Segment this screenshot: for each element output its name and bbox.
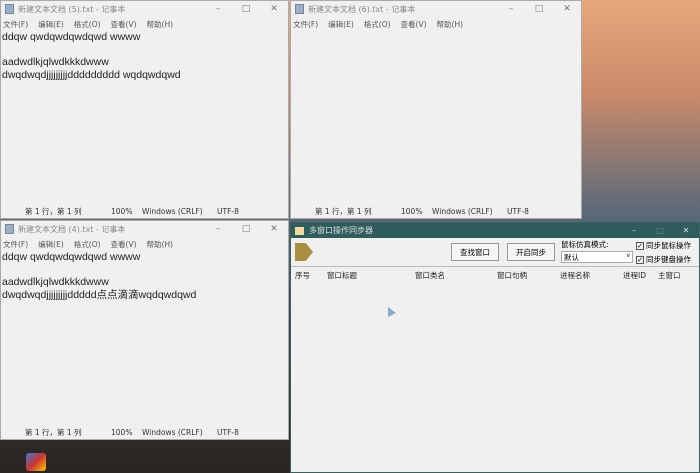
check-icon: ✓	[636, 255, 644, 264]
line-ending: Windows (CRLF)	[142, 427, 203, 437]
text-editor[interactable]: ddqw qwdqwdqwdqwd wwww aadwdlkjqlwdkkkdww…	[1, 251, 288, 425]
close-button[interactable]: ✕	[673, 226, 699, 235]
window-title: 新建文本文档 (5).txt - 记事本	[18, 4, 126, 14]
text-line: ddqw qwdqwdqwdqwd wwww	[2, 251, 141, 263]
col-index[interactable]: 序号	[295, 270, 310, 281]
col-process[interactable]: 进程名称	[560, 270, 590, 281]
maximize-button[interactable]: □	[232, 4, 260, 14]
sync-mouse-label: 同步鼠标操作	[646, 241, 691, 250]
taskbar-app-icon[interactable]	[26, 453, 46, 471]
menu-item[interactable]: 帮助(H)	[147, 19, 174, 30]
notepad-window-5[interactable]: 新建文本文档 (5).txt - 记事本 – □ ✕ 文件(F) 编辑(E) 格式(O) 查看…	[0, 0, 289, 219]
status-bar: 第 1 行，第 1 列 100% Windows (CRLF) UTF-8	[1, 425, 288, 439]
notepad-icon	[5, 224, 14, 234]
text-line: dwqdwqdjjjjjjjjjddddd点点滴滴wqdqwdqwd	[2, 288, 197, 301]
tag-icon[interactable]	[295, 243, 313, 261]
col-pid[interactable]: 进程ID	[623, 270, 646, 281]
sync-keyboard-label: 同步键盘操作	[646, 255, 691, 264]
notepad-window-4[interactable]: 新建文本文档 (4).txt - 记事本 – □ ✕ 文件(F) 编辑(E) 格式(O) 查看…	[0, 220, 289, 440]
sync-tool-window: 多窗口操作同步器 – □ ✕ 查找窗口 开启同步 鼠标仿真模式: 默认 v ✓ 同步…	[290, 222, 700, 473]
menu-item[interactable]: 格式(O)	[74, 239, 101, 250]
text-line	[2, 44, 287, 57]
notepad-icon	[295, 4, 304, 14]
app-icon	[295, 226, 304, 235]
encoding: UTF-8	[217, 206, 239, 216]
check-icon: ✓	[636, 241, 644, 250]
text-line	[2, 264, 287, 277]
zoom-level: 100%	[401, 206, 423, 216]
minimize-button[interactable]: –	[204, 4, 232, 14]
sync-mouse-checkbox[interactable]: ✓ 同步鼠标操作	[636, 240, 691, 251]
encoding: UTF-8	[217, 427, 239, 437]
window-title: 新建文本文档 (4).txt - 记事本	[18, 224, 126, 234]
cursor-position: 第 1 行，第 1 列	[25, 427, 82, 437]
title-bar: 新建文本文档 (4).txt - 记事本 – □ ✕	[1, 221, 288, 237]
text-editor[interactable]: ddqw qwdqwdqwdqwd wwww aadwdlkjqlwdkkkdww…	[1, 31, 288, 204]
menu-item[interactable]: 帮助(H)	[147, 239, 174, 250]
text-line: ddqw qwdqwdqwdqwd wwww	[2, 31, 141, 43]
col-main[interactable]: 主窗口	[658, 270, 681, 281]
minimize-button[interactable]: –	[621, 226, 647, 235]
menu-item[interactable]: 编辑(E)	[38, 239, 64, 250]
find-window-button[interactable]: 查找窗口	[451, 243, 499, 261]
menu-item[interactable]: 帮助(H)	[437, 19, 464, 30]
cursor-position: 第 1 行，第 1 列	[315, 206, 372, 216]
menu-bar: 文件(F) 编辑(E) 格式(O) 查看(V) 帮助(H)	[291, 17, 581, 31]
menu-item[interactable]: 查看(V)	[111, 239, 137, 250]
maximize-button[interactable]: □	[232, 224, 260, 234]
col-handle[interactable]: 窗口句柄	[497, 270, 527, 281]
text-line: aadwdlkjqlwdkkkdwww	[2, 56, 109, 68]
mode-select[interactable]: 默认 v	[561, 251, 633, 263]
menu-item[interactable]: 查看(V)	[401, 19, 427, 30]
notepad-window-6[interactable]: 新建文本文档 (6).txt - 记事本 – □ ✕ 文件(F) 编辑(E) 格式(O) 查看…	[290, 0, 582, 219]
maximize-button[interactable]: □	[647, 226, 673, 235]
maximize-button[interactable]: □	[525, 4, 553, 14]
sync-keyboard-checkbox[interactable]: ✓ 同步键盘操作	[636, 254, 691, 265]
menu-item[interactable]: 查看(V)	[111, 19, 137, 30]
line-ending: Windows (CRLF)	[142, 206, 203, 216]
col-title[interactable]: 窗口标题	[327, 270, 357, 281]
chevron-down-icon: v	[626, 252, 630, 259]
menu-item[interactable]: 格式(O)	[74, 19, 101, 30]
menu-item[interactable]: 文件(F)	[293, 19, 318, 30]
status-bar: 第 1 行，第 1 列 100% Windows (CRLF) UTF-8	[1, 204, 288, 218]
zoom-level: 100%	[111, 206, 133, 216]
title-bar: 新建文本文档 (5).txt - 记事本 – □ ✕	[1, 1, 288, 17]
encoding: UTF-8	[507, 206, 529, 216]
minimize-button[interactable]: –	[204, 224, 232, 234]
menu-item[interactable]: 编辑(E)	[328, 19, 354, 30]
menu-item[interactable]: 文件(F)	[3, 239, 28, 250]
status-bar: 第 1 行，第 1 列 100% Windows (CRLF) UTF-8	[291, 204, 581, 218]
close-button[interactable]: ✕	[260, 4, 288, 14]
menu-bar: 文件(F) 编辑(E) 格式(O) 查看(V) 帮助(H)	[1, 237, 288, 251]
mode-label: 鼠标仿真模式:	[561, 240, 609, 249]
title-bar: 新建文本文档 (6).txt - 记事本 – □ ✕	[291, 1, 581, 17]
notepad-icon	[5, 4, 14, 14]
menu-item[interactable]: 文件(F)	[3, 19, 28, 30]
title-bar: 多窗口操作同步器 – □ ✕	[291, 223, 699, 238]
menu-item[interactable]: 编辑(E)	[38, 19, 64, 30]
close-button[interactable]: ✕	[553, 4, 581, 14]
window-title: 新建文本文档 (6).txt - 记事本	[308, 4, 416, 14]
cursor-position: 第 1 行，第 1 列	[25, 206, 82, 216]
minimize-button[interactable]: –	[497, 4, 525, 14]
window-title: 多窗口操作同步器	[309, 226, 373, 235]
menu-item[interactable]: 格式(O)	[364, 19, 391, 30]
text-line: dwqdwqdjjjjjjjjjddddddddd wqdqwdqwd	[2, 68, 181, 81]
window-list[interactable]	[291, 266, 699, 472]
mode-value: 默认	[564, 253, 579, 262]
close-button[interactable]: ✕	[260, 224, 288, 234]
menu-bar: 文件(F) 编辑(E) 格式(O) 查看(V) 帮助(H)	[1, 17, 288, 31]
text-line: aadwdlkjqlwdkkkdwww	[2, 276, 109, 288]
text-editor[interactable]	[291, 31, 581, 204]
col-class[interactable]: 窗口类名	[415, 270, 445, 281]
start-sync-button[interactable]: 开启同步	[507, 243, 555, 261]
line-ending: Windows (CRLF)	[432, 206, 493, 216]
zoom-level: 100%	[111, 427, 133, 437]
